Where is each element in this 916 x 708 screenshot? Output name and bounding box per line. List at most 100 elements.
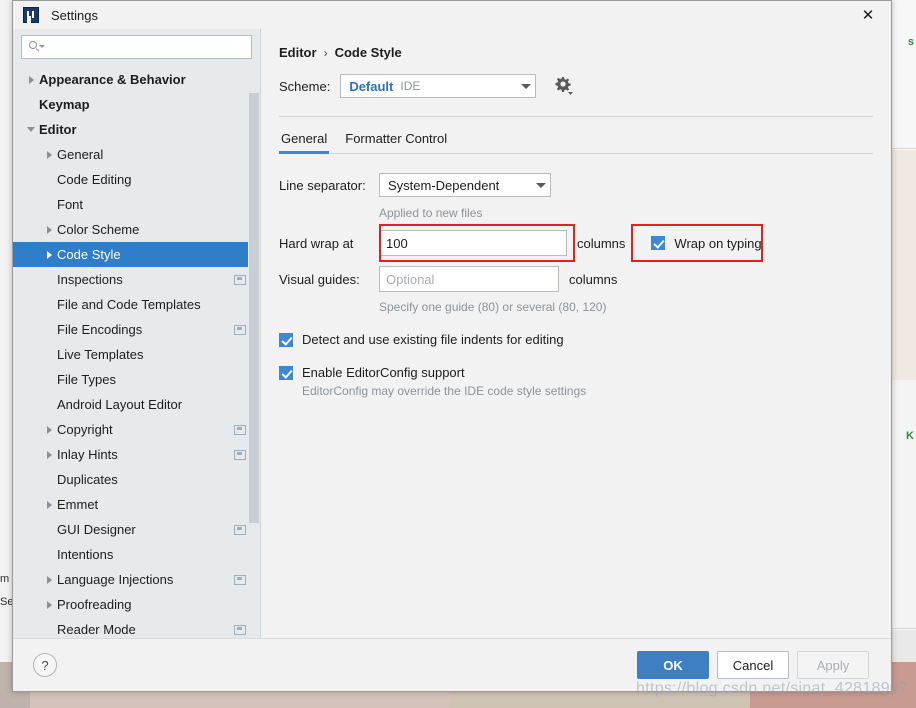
sidebar-item-label: Code Editing <box>57 172 132 187</box>
breadcrumb-current: Code Style <box>334 45 402 60</box>
sidebar-item-editor[interactable]: Editor <box>13 117 260 142</box>
visual-guides-input[interactable] <box>379 266 559 292</box>
wrap-on-typing-row: Wrap on typing <box>651 236 762 251</box>
background-divider <box>892 628 916 629</box>
content-tabs: General Formatter Control <box>279 129 873 154</box>
chevron-right-icon[interactable] <box>41 600 57 609</box>
chevron-right-icon[interactable] <box>41 500 57 509</box>
detect-indents-label: Detect and use existing file indents for… <box>302 332 564 347</box>
sidebar-item-copyright[interactable]: Copyright <box>13 417 260 442</box>
sidebar-item-intentions[interactable]: Intentions <box>13 542 260 567</box>
chevron-down-icon <box>521 83 532 89</box>
sidebar-item-duplicates[interactable]: Duplicates <box>13 467 260 492</box>
background-text-fragment: s <box>907 36 914 48</box>
project-scope-icon <box>234 574 246 585</box>
sidebar-item-label: File and Code Templates <box>57 297 201 312</box>
close-icon[interactable]: ✕ <box>845 1 891 29</box>
breadcrumb-parent[interactable]: Editor <box>279 45 317 60</box>
chevron-down-icon[interactable] <box>23 127 39 132</box>
sidebar-item-label: Language Injections <box>57 572 174 587</box>
chevron-right-icon[interactable] <box>41 575 57 584</box>
chevron-right-icon[interactable] <box>41 425 57 434</box>
breadcrumb: Editor › Code Style <box>279 29 873 60</box>
sidebar-scrollbar-track[interactable] <box>248 65 260 639</box>
background-text-fragment: m <box>0 573 10 585</box>
sidebar-item-inspections[interactable]: Inspections <box>13 267 260 292</box>
hard-wrap-label: Hard wrap at <box>279 235 354 251</box>
sidebar-item-label: Intentions <box>57 547 114 562</box>
sidebar-item-keymap[interactable]: Keymap <box>13 92 260 117</box>
hard-wrap-unit: columns <box>577 235 626 251</box>
sidebar-item-label: File Encodings <box>57 322 143 337</box>
tab-general[interactable]: General <box>279 129 330 154</box>
sidebar-item-android-layout-editor[interactable]: Android Layout Editor <box>13 392 260 417</box>
ok-button[interactable]: OK <box>637 651 709 679</box>
sidebar-item-label: Appearance & Behavior <box>39 72 186 87</box>
search-box[interactable] <box>21 35 252 59</box>
sidebar-item-appearance-behavior[interactable]: Appearance & Behavior <box>13 67 260 92</box>
chevron-right-icon[interactable] <box>23 75 39 84</box>
visual-guides-hint: Specify one guide (80) or several (80, 1… <box>379 300 607 314</box>
sidebar-item-code-style[interactable]: Code Style <box>13 242 260 267</box>
sidebar-item-label: Android Layout Editor <box>57 397 183 412</box>
line-separator-label: Line separator: <box>279 177 366 193</box>
editorconfig-label: Enable EditorConfig support <box>302 365 465 380</box>
project-scope-icon <box>234 324 246 335</box>
chevron-right-icon[interactable] <box>41 150 57 159</box>
settings-tree: Appearance & Behavior Keymap Editor General… <box>13 67 260 642</box>
search-input[interactable] <box>46 39 251 55</box>
sidebar-item-live-templates[interactable]: Live Templates <box>13 342 260 367</box>
detect-indents-checkbox[interactable] <box>279 332 293 347</box>
line-separator-dropdown[interactable]: System-Dependent <box>379 173 551 197</box>
sidebar-item-label: General <box>57 147 104 162</box>
settings-content: Editor › Code Style Scheme: Default IDE <box>261 29 891 639</box>
sidebar-item-label: Proofreading <box>57 597 132 612</box>
sidebar-item-file-encodings[interactable]: File Encodings <box>13 317 260 342</box>
scheme-row: Scheme: Default IDE <box>279 74 873 98</box>
sidebar-item-file-and-code-templates[interactable]: File and Code Templates <box>13 292 260 317</box>
chevron-right-icon[interactable] <box>41 225 57 234</box>
hard-wrap-input[interactable] <box>379 230 567 256</box>
editorconfig-hint: EditorConfig may override the IDE code s… <box>302 384 587 398</box>
editorconfig-checkbox[interactable] <box>279 365 293 380</box>
sidebar-item-inlay-hints[interactable]: Inlay Hints <box>13 442 260 467</box>
sidebar-item-label: Inspections <box>57 272 123 287</box>
scheme-name: Default <box>349 78 394 94</box>
sidebar-item-language-injections[interactable]: Language Injections <box>13 567 260 592</box>
scheme-dropdown[interactable]: Default IDE <box>340 74 537 98</box>
wrap-on-typing-checkbox[interactable] <box>651 236 666 250</box>
breadcrumb-separator-icon: › <box>323 45 328 60</box>
sidebar-item-label: Reader Mode <box>57 622 136 637</box>
sidebar-item-general[interactable]: General <box>13 142 260 167</box>
gear-icon[interactable] <box>552 75 574 97</box>
intellij-idea-logo-icon <box>23 7 39 23</box>
cancel-button[interactable]: Cancel <box>717 651 789 679</box>
sidebar-item-label: Live Templates <box>57 347 144 362</box>
apply-button[interactable]: Apply <box>797 651 869 679</box>
background-strip-top <box>892 0 916 150</box>
sidebar-item-file-types[interactable]: File Types <box>13 367 260 392</box>
tab-formatter-control[interactable]: Formatter Control <box>343 129 449 153</box>
general-settings-form: Line separator: System-Dependent Applied… <box>279 170 873 398</box>
chevron-right-icon[interactable] <box>41 250 57 259</box>
sidebar-item-label: Color Scheme <box>57 222 140 237</box>
settings-sidebar: Appearance & Behavior Keymap Editor General… <box>13 29 261 639</box>
visual-guides-label: Visual guides: <box>279 271 360 287</box>
sidebar-scrollbar-thumb[interactable] <box>249 93 259 523</box>
sidebar-item-emmet[interactable]: Emmet <box>13 492 260 517</box>
sidebar-item-label: Emmet <box>57 497 99 512</box>
sidebar-item-color-scheme[interactable]: Color Scheme <box>13 217 260 242</box>
dialog-footer: ? OK Cancel Apply <box>13 638 891 691</box>
visual-guides-row: Visual guides: columns <box>279 264 873 294</box>
project-scope-icon <box>234 274 246 285</box>
background-strip-lower <box>892 380 916 630</box>
chevron-right-icon[interactable] <box>41 450 57 459</box>
sidebar-item-gui-designer[interactable]: GUI Designer <box>13 517 260 542</box>
sidebar-item-font[interactable]: Font <box>13 192 260 217</box>
screenshot-root: s K m Se Settings ✕ Appearance & Behavio… <box>0 0 916 708</box>
sidebar-item-proofreading[interactable]: Proofreading <box>13 592 260 617</box>
sidebar-item-code-editing[interactable]: Code Editing <box>13 167 260 192</box>
hard-wrap-row: Hard wrap at columns Wrap on typing <box>279 224 873 262</box>
help-icon[interactable]: ? <box>33 653 57 677</box>
project-scope-icon <box>234 624 246 635</box>
